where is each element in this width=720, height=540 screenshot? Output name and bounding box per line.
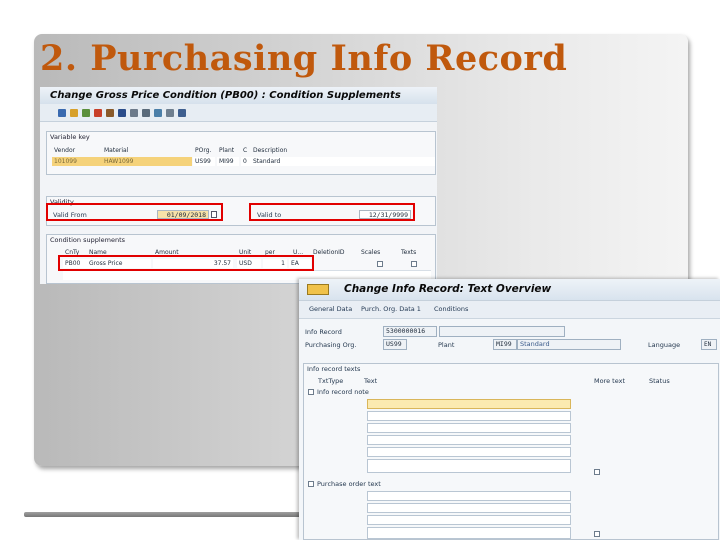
screen-title: Change Gross Price Condition (PB00) : Co… <box>40 87 437 104</box>
column-header: DeletionID <box>313 249 345 256</box>
row-select-checkbox[interactable] <box>308 481 314 487</box>
divider <box>24 512 324 517</box>
porg-cell[interactable]: US99 <box>193 157 215 166</box>
tab-general-data[interactable]: General Data <box>309 305 352 313</box>
screen-title: Change Info Record: Text Overview <box>344 283 552 295</box>
text-line-input[interactable] <box>367 491 571 501</box>
column-header: C <box>243 147 248 154</box>
tab-bar: General Data Purch. Org. Data 1 Conditio… <box>299 301 720 319</box>
text-line-input[interactable] <box>367 435 571 445</box>
language-field[interactable]: EN <box>701 339 717 350</box>
tab-purch-org-data[interactable]: Purch. Org. Data 1 <box>361 305 421 313</box>
column-header: Scales <box>361 249 381 256</box>
text-line-input[interactable] <box>367 447 571 457</box>
group-title: Condition supplements <box>50 236 126 244</box>
language-label: Language <box>648 341 681 349</box>
column-header: POrg. <box>195 147 212 154</box>
text-line-input[interactable] <box>367 527 571 539</box>
texts-checkbox[interactable] <box>411 261 417 267</box>
column-header: Plant <box>219 147 235 154</box>
column-header: Material <box>104 147 129 154</box>
layout-icon[interactable] <box>154 108 162 117</box>
info-record-value: 5300000016 <box>386 327 426 335</box>
text-type-label: Info record note <box>317 388 369 396</box>
tab-conditions[interactable]: Conditions <box>434 305 468 313</box>
help-icon[interactable] <box>178 108 186 117</box>
text-line-input[interactable] <box>367 399 571 409</box>
purchasing-org-field[interactable]: US99 <box>383 339 407 350</box>
group-title: Info record texts <box>307 365 361 373</box>
row-select-checkbox[interactable] <box>308 389 314 395</box>
more-text-checkbox[interactable] <box>594 469 600 475</box>
text-line-input[interactable] <box>367 459 571 473</box>
material-cell[interactable]: HAW1099 <box>102 157 192 166</box>
column-header: Texts <box>401 249 417 256</box>
slide: 2. Purchasing Info Record Change Gross P… <box>0 0 720 540</box>
info-record-label: Info Record <box>305 328 342 336</box>
column-header: Vendor <box>54 147 76 154</box>
valid-from-highlight <box>46 203 223 221</box>
info-record-field[interactable]: 5300000016 <box>383 326 437 337</box>
save-icon[interactable] <box>58 108 66 117</box>
info-record-text-overview-screen: Change Info Record: Text Overview Genera… <box>299 279 720 540</box>
column-header: Text <box>364 377 378 385</box>
column-header: Status <box>649 377 670 385</box>
vendor-cell[interactable]: 101099 <box>52 157 102 166</box>
filter-icon[interactable] <box>130 108 138 117</box>
copy-icon[interactable] <box>82 108 90 117</box>
plant-field[interactable]: MI99 <box>493 339 517 350</box>
group-title: Variable key <box>50 133 90 141</box>
column-header: More text <box>594 377 626 385</box>
text-line-input[interactable] <box>367 423 571 433</box>
tools-icon[interactable] <box>142 108 150 117</box>
screen-header: Change Info Record: Text Overview <box>299 279 720 301</box>
info-record-extra-field <box>439 326 565 337</box>
column-header: TxtType <box>318 377 344 385</box>
text-line-input[interactable] <box>367 503 571 513</box>
toolbar <box>40 104 437 122</box>
print-icon[interactable] <box>166 108 174 117</box>
variable-key-group: Variable key Vendor Material POrg. Plant… <box>46 131 436 175</box>
delete-icon[interactable] <box>94 108 102 117</box>
info-icon[interactable] <box>118 108 126 117</box>
column-header: Description <box>253 147 288 154</box>
valid-to-highlight <box>249 203 415 221</box>
plant-label: Plant <box>438 341 455 349</box>
c-cell[interactable]: 0 <box>241 157 251 166</box>
purchasing-org-value: US99 <box>386 340 402 348</box>
scales-checkbox[interactable] <box>377 261 383 267</box>
text-line-input[interactable] <box>367 515 571 525</box>
plant-description-field: Standard <box>517 339 621 350</box>
slide-title: 2. Purchasing Info Record <box>40 38 568 79</box>
table-icon[interactable] <box>106 108 114 117</box>
edit-icon[interactable] <box>70 108 78 117</box>
more-text-checkbox[interactable] <box>594 531 600 537</box>
menu-icon[interactable] <box>307 284 329 295</box>
language-value: EN <box>704 341 712 348</box>
text-line-input[interactable] <box>367 411 571 421</box>
text-type-label: Purchase order text <box>317 480 381 488</box>
plant-value: MI99 <box>496 340 512 348</box>
info-record-texts-group: Info record texts TxtType Text More text… <box>303 363 719 540</box>
purchasing-org-label: Purchasing Org. <box>305 341 357 349</box>
plant-description: Standard <box>520 340 550 348</box>
gross-price-row-highlight <box>58 255 314 271</box>
description-cell[interactable]: Standard <box>251 157 435 166</box>
plant-cell[interactable]: MI99 <box>217 157 239 166</box>
